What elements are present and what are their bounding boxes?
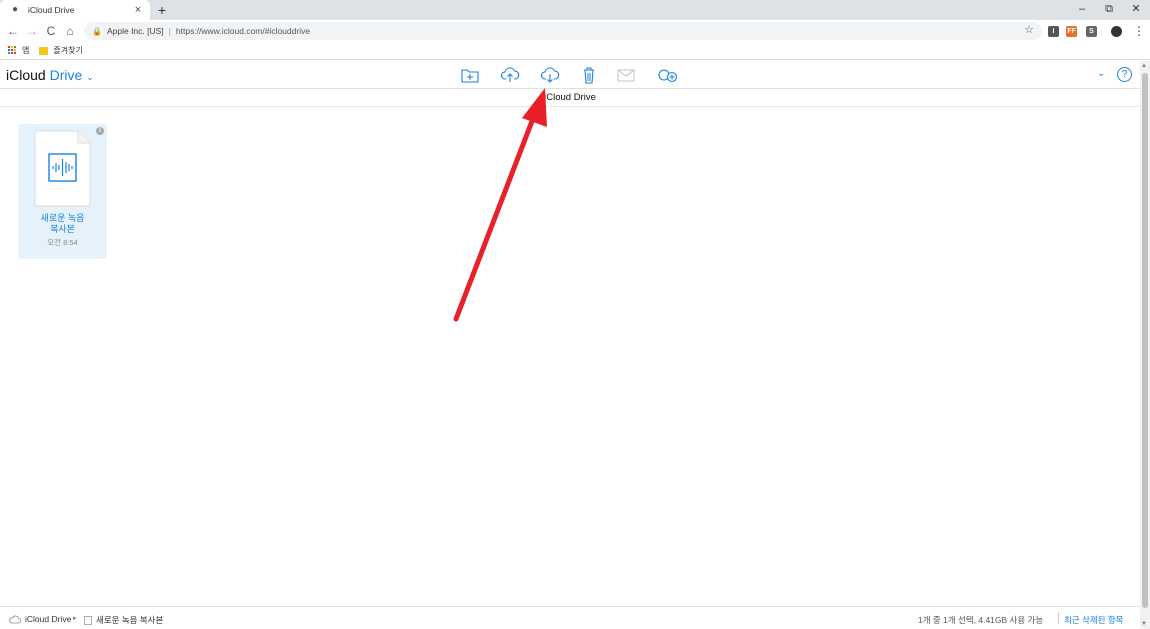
annotation-arrow — [453, 88, 547, 322]
extension-icon[interactable]: FF — [1066, 26, 1077, 37]
upload-button[interactable] — [500, 66, 520, 84]
file-item[interactable]: i 새로운 녹음 복사본 오전 8:54 — [18, 124, 107, 259]
tab-close-button[interactable]: × — [132, 3, 144, 17]
minimize-button[interactable]: – — [1068, 0, 1096, 20]
share-button[interactable] — [657, 66, 679, 84]
delete-button[interactable] — [579, 66, 599, 84]
new-tab-button[interactable]: + — [154, 2, 170, 18]
file-name-line: 새로운 녹음 — [40, 213, 85, 223]
download-button[interactable] — [540, 66, 560, 84]
trash-icon — [584, 67, 594, 84]
apple-icon: ● — [12, 4, 19, 15]
scroll-down-icon[interactable]: ▼ — [1141, 621, 1147, 627]
profile-avatar[interactable] — [1111, 26, 1122, 37]
file-modified-time: 오전 8:54 — [47, 238, 78, 247]
window-close-button[interactable]: ✕ — [1122, 0, 1150, 20]
email-icon — [617, 69, 635, 82]
brand-label: iCloud — [6, 67, 46, 83]
apps-label[interactable]: 앱 — [22, 45, 29, 56]
browser-menu-button[interactable]: ⋮ — [1133, 24, 1145, 38]
bookmark-star-icon[interactable]: ☆ — [1024, 23, 1034, 36]
browser-tab[interactable]: ● iCloud Drive × — [0, 0, 150, 20]
share-icon — [658, 69, 678, 83]
restore-button[interactable]: ⧉ — [1095, 0, 1123, 20]
lock-icon: 🔒 — [92, 26, 102, 36]
page-title: iCloud Drive — [0, 89, 1140, 107]
breadcrumb-root[interactable]: iCloud Drive — [9, 614, 71, 624]
file-name-line: 복사본 — [50, 224, 75, 234]
bookmark-folder-label[interactable]: 즐겨찾기 — [53, 45, 82, 56]
breadcrumb-file-label: 새로운 녹음 복사본 — [96, 615, 164, 625]
audio-file-icon — [34, 130, 91, 207]
app-name: Drive — [49, 67, 83, 83]
chevron-down-icon: ⌄ — [86, 72, 94, 82]
breadcrumb-file[interactable]: 새로운 녹음 복사본 — [84, 614, 163, 626]
header-chevron-icon[interactable]: ⌄ — [1097, 68, 1105, 79]
cloud-icon — [9, 615, 21, 623]
help-button[interactable]: ? — [1117, 67, 1132, 82]
browser-toolbar: ← → C ⌂ 🔒 Apple Inc. [US] | https://www.… — [0, 20, 1150, 42]
download-icon — [540, 67, 560, 83]
extension-icon[interactable]: S — [1086, 26, 1097, 37]
app-switcher[interactable]: iCloud Drive ⌄ — [6, 67, 94, 83]
reload-button[interactable]: C — [43, 23, 59, 39]
info-icon[interactable]: i — [96, 127, 104, 135]
address-url[interactable]: https://www.icloud.com/#iclouddrive — [176, 26, 310, 36]
breadcrumb-root-label: iCloud Drive — [25, 614, 72, 624]
home-button[interactable]: ⌂ — [62, 23, 78, 39]
new-folder-button[interactable] — [460, 66, 480, 84]
email-button[interactable] — [616, 66, 636, 84]
address-separator: | — [168, 26, 171, 36]
file-name[interactable]: 새로운 녹음 복사본 — [18, 213, 107, 235]
folder-icon — [39, 46, 49, 55]
address-bar[interactable]: 🔒 Apple Inc. [US] | https://www.icloud.c… — [84, 22, 1042, 40]
status-bar: iCloud Drive ▸ 새로운 녹음 복사본 1개 중 1개 선택, 4.… — [0, 606, 1140, 629]
vertical-scrollbar[interactable]: ▲ ▼ — [1140, 61, 1150, 629]
browser-tabstrip: ● iCloud Drive × + – ⧉ ✕ — [0, 0, 1150, 20]
file-icon — [84, 615, 92, 625]
icloud-header: iCloud Drive ⌄ ⌄ ? — [0, 61, 1150, 89]
upload-icon — [500, 67, 520, 82]
breadcrumb-separator-icon: ▸ — [73, 615, 77, 622]
scroll-up-icon[interactable]: ▲ — [1141, 63, 1147, 69]
forward-button[interactable]: → — [24, 23, 40, 39]
apps-grid-icon[interactable] — [8, 46, 17, 55]
back-button[interactable]: ← — [5, 23, 21, 39]
bookmarks-bar: 앱 즐겨찾기 — [0, 42, 1150, 60]
new-folder-icon — [461, 69, 479, 83]
divider — [1058, 612, 1059, 624]
extension-icon[interactable]: I — [1048, 26, 1059, 37]
recently-deleted-link[interactable]: 최근 삭제된 항목 — [1064, 614, 1123, 626]
scroll-thumb[interactable] — [1142, 73, 1148, 608]
selection-status: 1개 중 1개 선택, 4.41GB 사용 가능 — [918, 615, 1044, 625]
site-org: Apple Inc. [US] — [106, 26, 164, 36]
